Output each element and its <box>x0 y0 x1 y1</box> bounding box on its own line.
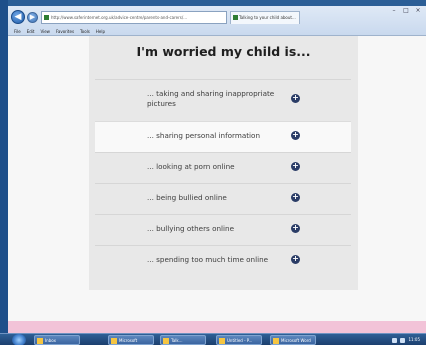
site-favicon-icon <box>44 15 49 20</box>
taskbar-item[interactable]: Microsoft <box>108 335 154 345</box>
browser-chrome: ◀ ▶ http://www.saferinternet.org.uk/advi… <box>8 6 426 36</box>
address-bar[interactable]: http://www.saferinternet.org.uk/advice-c… <box>41 11 227 24</box>
system-tray: 11:05 <box>392 335 420 345</box>
item-label: ... spending too much time online <box>147 255 269 264</box>
plus-icon[interactable]: + <box>291 255 300 264</box>
accordion-item-bullied[interactable]: ... being bullied online + <box>95 183 351 214</box>
taskbar: Inbox Microsoft Talk... Untitled - P... … <box>0 333 426 345</box>
window-controls: – □ × <box>390 8 422 14</box>
network-icon[interactable] <box>392 337 398 343</box>
menu-bar: File Edit View Favorites Tools Help <box>8 27 426 36</box>
item-label: ... being bullied online <box>147 193 227 202</box>
menu-view[interactable]: View <box>40 27 50 36</box>
plus-icon[interactable]: + <box>291 131 300 140</box>
minimize-button[interactable]: – <box>390 8 398 14</box>
desktop-edge <box>0 0 8 333</box>
forward-button[interactable]: ▶ <box>27 12 38 23</box>
app-icon <box>163 338 169 344</box>
panel-title: I'm worried my child is... <box>136 44 311 59</box>
app-icon <box>37 338 43 344</box>
item-label: ... looking at porn online <box>147 162 235 171</box>
menu-help[interactable]: Help <box>96 27 105 36</box>
start-button[interactable] <box>12 334 26 345</box>
accordion-item-porn[interactable]: ... looking at porn online + <box>95 152 351 183</box>
item-label: ... taking and sharing inappropriate pic… <box>147 89 275 108</box>
tab-favicon-icon <box>233 15 238 20</box>
taskbar-item[interactable]: Inbox <box>34 335 80 345</box>
tab-title: Talking to your child about... <box>239 15 296 20</box>
app-icon <box>111 338 117 344</box>
word-icon <box>273 338 279 344</box>
maximize-button[interactable]: □ <box>402 8 410 14</box>
app-icon <box>219 338 225 344</box>
taskbar-item[interactable]: Microsoft Word <box>270 335 316 345</box>
volume-icon[interactable] <box>400 337 406 343</box>
accordion-item-pictures[interactable]: ... taking and sharing inappropriate pic… <box>95 79 351 121</box>
worried-panel: I'm worried my child is... ... taking an… <box>89 36 358 290</box>
plus-icon[interactable]: + <box>291 162 300 171</box>
menu-edit[interactable]: Edit <box>27 27 35 36</box>
close-button[interactable]: × <box>414 8 422 14</box>
accordion-item-time-online[interactable]: ... spending too much time online + <box>95 245 351 276</box>
page-content: I'm worried my child is... ... taking an… <box>8 36 426 321</box>
accordion-item-personal-info[interactable]: ... sharing personal information + <box>95 121 351 152</box>
menu-file[interactable]: File <box>14 27 21 36</box>
taskbar-item[interactable]: Talk... <box>160 335 206 345</box>
clock: 11:05 <box>408 337 420 342</box>
plus-icon[interactable]: + <box>291 94 300 103</box>
tab-active[interactable]: Talking to your child about... <box>230 11 300 24</box>
plus-icon[interactable]: + <box>291 224 300 233</box>
back-button[interactable]: ◀ <box>11 10 25 24</box>
menu-favorites[interactable]: Favorites <box>56 27 74 36</box>
item-label: ... bullying others online <box>147 224 235 233</box>
item-label: ... sharing personal information <box>147 131 261 140</box>
taskbar-item[interactable]: Untitled - P... <box>216 335 262 345</box>
menu-tools[interactable]: Tools <box>80 27 90 36</box>
address-url: http://www.saferinternet.org.uk/advice-c… <box>51 15 188 20</box>
accordion-item-bullying-others[interactable]: ... bullying others online + <box>95 214 351 245</box>
plus-icon[interactable]: + <box>291 193 300 202</box>
